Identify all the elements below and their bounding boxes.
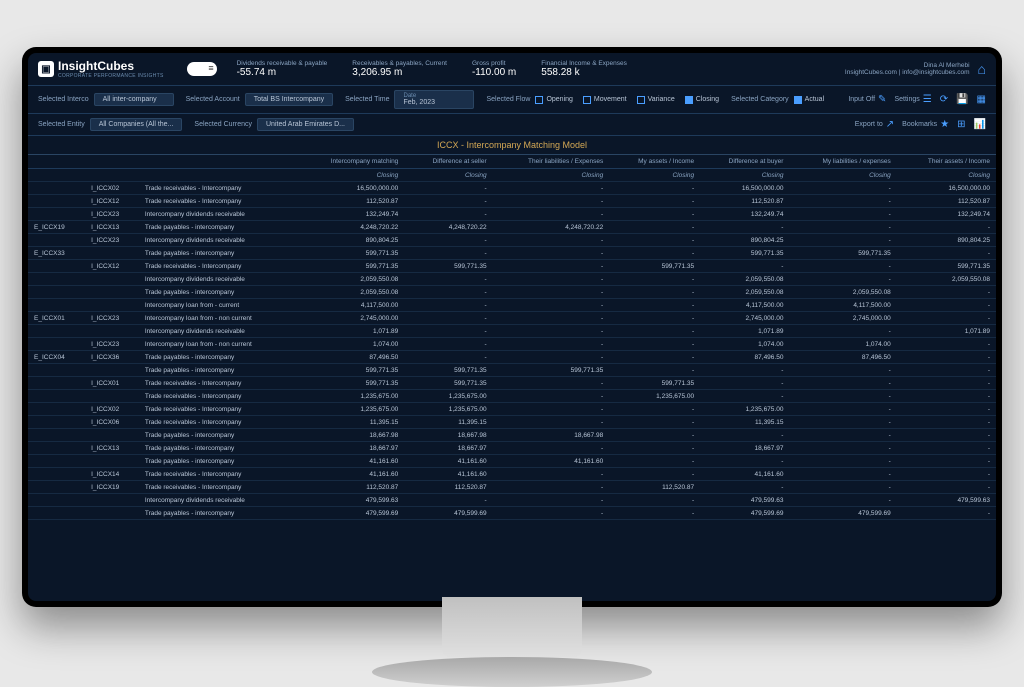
input-toggle[interactable]: Input Off✎ [848,94,886,105]
table-row[interactable]: Trade payables - intercompany2,059,550.0… [28,286,996,299]
pencil-icon: ✎ [878,94,886,105]
filter-bar: Selected Interco All inter-company Selec… [28,86,996,114]
filter-interco: Selected Interco All inter-company [38,93,174,106]
column-header[interactable]: Difference at seller [404,155,492,169]
metrics-bar: Dividends receivable & payable-55.74 m Re… [237,60,845,78]
checkbox-icon [637,96,645,104]
account-select[interactable]: Total BS Intercompany [245,93,333,106]
table-row[interactable]: I_ICCX12Trade receivables - Intercompany… [28,260,996,273]
table-row[interactable]: E_ICCX19I_ICCX13Trade payables - interco… [28,221,996,234]
table-row[interactable]: I_ICCX01Trade receivables - Intercompany… [28,377,996,390]
table-row[interactable]: Trade receivables - Intercompany1,235,67… [28,390,996,403]
metric: Receivables & payables, Current3,206.95 … [352,60,447,78]
table-row[interactable]: Intercompany dividends receivable479,599… [28,494,996,507]
time-select[interactable]: Date Feb, 2023 [394,90,474,109]
interco-select[interactable]: All inter-company [94,93,174,106]
flow-check-closing[interactable]: Closing [685,96,719,104]
brand-tagline: CORPORATE PERFORMANCE INSIGHTS [58,73,164,79]
table-row[interactable]: I_ICCX06Trade receivables - Intercompany… [28,416,996,429]
column-header[interactable]: Their assets / Income [897,155,996,169]
table-row[interactable]: E_ICCX01I_ICCX23Intercompany loan from -… [28,312,996,325]
matching-table: Intercompany matchingDifference at selle… [28,155,996,520]
table-row[interactable]: I_ICCX23Intercompany dividends receivabl… [28,208,996,221]
column-header[interactable]: My liabilities / expenses [789,155,896,169]
checkbox-icon [685,96,693,104]
bookmarks-button[interactable]: Bookmarks★ [902,119,949,130]
data-grid[interactable]: Intercompany matchingDifference at selle… [28,155,996,598]
monitor-frame: ▣ InsightCubes CORPORATE PERFORMANCE INS… [22,47,1002,607]
entity-select[interactable]: All Companies (All the... [90,118,183,131]
table-row[interactable]: Trade payables - intercompany41,161.6041… [28,455,996,468]
table-row[interactable]: I_ICCX12Trade receivables - Intercompany… [28,195,996,208]
metric: Financial Income & Expenses558.28 k [541,60,627,78]
table-row[interactable]: I_ICCX02Trade receivables - Intercompany… [28,182,996,195]
table-row[interactable]: Trade payables - intercompany479,599.694… [28,507,996,520]
logo-icon: ▣ [38,61,54,77]
action-bar: Input Off✎ Settings☰ ⟳ 💾 ▦ [848,94,986,105]
currency-select[interactable]: United Arab Emirates D... [257,118,354,131]
metric: Gross profit-110.00 m [472,60,516,78]
column-header[interactable] [139,155,298,169]
user-info: Dina Al Merhebi InsightCubes.com | info@… [845,62,970,76]
table-row[interactable]: I_ICCX23Intercompany loan from - non cur… [28,338,996,351]
filter-bar-2: Selected Entity All Companies (All the..… [28,114,996,136]
column-header[interactable]: Intercompany matching [298,155,404,169]
column-header[interactable] [28,155,85,169]
user-name: Dina Al Merhebi [845,62,970,69]
report-title: ICCX - Intercompany Matching Model [28,136,996,155]
checkbox-icon [794,96,802,104]
metric: Dividends receivable & payable-55.74 m [237,60,328,78]
flow-check-opening[interactable]: Opening [535,96,572,104]
column-header[interactable] [85,155,139,169]
table-row[interactable]: I_ICCX19Trade receivables - Intercompany… [28,481,996,494]
sliders-icon: ☰ [923,94,932,105]
table-row[interactable]: Trade payables - intercompany599,771.355… [28,364,996,377]
topbar: ▣ InsightCubes CORPORATE PERFORMANCE INS… [28,53,996,86]
save-icon[interactable]: 💾 [956,94,968,105]
checkbox-icon [535,96,543,104]
bookmark-icon: ★ [940,119,949,130]
cat-check-actual[interactable]: Actual [794,96,824,104]
table-row[interactable]: E_ICCX33Trade payables - intercompany599… [28,247,996,260]
export-icon: ↗ [886,119,894,130]
table-row[interactable]: E_ICCX04I_ICCX36Trade payables - interco… [28,351,996,364]
filter-account: Selected Account Total BS Intercompany [186,93,334,106]
home-icon[interactable]: ⌂ [978,61,986,77]
app-screen: ▣ InsightCubes CORPORATE PERFORMANCE INS… [28,53,996,601]
filter-currency: Selected Currency United Arab Emirates D… [194,118,354,131]
table-row[interactable]: I_ICCX02Trade receivables - Intercompany… [28,403,996,416]
table-row[interactable]: Intercompany loan from - current4,117,50… [28,299,996,312]
table-row[interactable]: I_ICCX13Trade payables - intercompany18,… [28,442,996,455]
table-row[interactable]: Intercompany dividends receivable2,059,5… [28,273,996,286]
column-header[interactable]: My assets / Income [609,155,700,169]
brand-name: InsightCubes [58,59,164,73]
filter-category: Selected Category Actual [731,96,824,104]
table-row[interactable]: I_ICCX23Intercompany dividends receivabl… [28,234,996,247]
action-bar-2: Export to↗ Bookmarks★ ⊞ 📊 [855,119,986,130]
column-header[interactable]: Their liabilities / Expenses [493,155,610,169]
settings-button[interactable]: Settings☰ [894,94,931,105]
filter-flow: Selected Flow OpeningMovementVarianceClo… [486,96,719,104]
flow-check-movement[interactable]: Movement [583,96,627,104]
user-contact: InsightCubes.com | info@insightcubes.com [845,69,970,76]
table-row[interactable]: Trade payables - intercompany18,667.9818… [28,429,996,442]
refresh-icon[interactable]: ⟳ [940,94,948,105]
table-icon[interactable]: ⊞ [957,119,965,130]
chart-icon[interactable]: 📊 [974,119,986,130]
column-header[interactable]: Difference at buyer [700,155,789,169]
filter-time: Selected Time Date Feb, 2023 [345,90,474,109]
export-button[interactable]: Export to↗ [855,119,894,130]
table-row[interactable]: Intercompany dividends receivable1,071.8… [28,325,996,338]
flow-check-variance[interactable]: Variance [637,96,675,104]
checkbox-icon [583,96,591,104]
grid-icon[interactable]: ▦ [977,94,986,105]
filter-entity: Selected Entity All Companies (All the..… [38,118,182,131]
table-row[interactable]: I_ICCX14Trade receivables - Intercompany… [28,468,996,481]
view-toggle[interactable] [187,62,217,76]
logo[interactable]: ▣ InsightCubes CORPORATE PERFORMANCE INS… [38,59,164,79]
